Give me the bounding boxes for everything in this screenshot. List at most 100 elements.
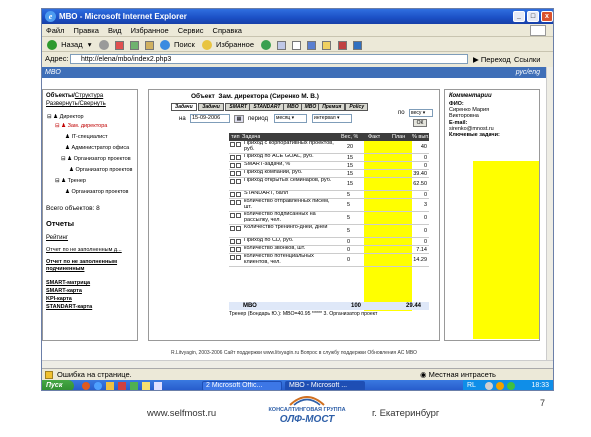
edit-icon[interactable] xyxy=(230,179,235,185)
not-filled-link[interactable]: Отчет по не заполненным д... xyxy=(46,247,122,253)
favorites-star-icon[interactable] xyxy=(201,40,212,51)
menu-view[interactable]: Вид xyxy=(108,26,122,35)
refresh-icon[interactable] xyxy=(129,40,139,50)
edit-icon[interactable] xyxy=(230,171,235,177)
not-filled-subordinates-link-2[interactable]: подчиненным xyxy=(46,266,84,272)
row-type-icons[interactable] xyxy=(230,179,242,191)
edit-icon[interactable] xyxy=(230,213,235,219)
table-row[interactable]: количество потенциальных клиентов, чел. 0… xyxy=(229,254,429,267)
table-row[interactable]: Приход открытых семинаров, руб. 15 62.50 xyxy=(229,178,429,191)
menu-file[interactable]: Файл xyxy=(46,26,64,35)
vertical-scrollbar[interactable] xyxy=(546,67,553,360)
app4-quicklaunch-icon[interactable] xyxy=(154,382,162,390)
tools-icon[interactable] xyxy=(352,40,362,50)
row-type-icons[interactable] xyxy=(230,163,242,170)
messenger-icon[interactable] xyxy=(337,40,347,50)
row-type-icons[interactable] xyxy=(230,213,242,225)
table-row[interactable]: количество звонков, шт. 0 7.14 xyxy=(229,246,429,254)
row-type-icons[interactable] xyxy=(230,171,242,178)
ie-quicklaunch-icon[interactable] xyxy=(94,382,102,390)
period-select[interactable]: месяц ▾ xyxy=(274,114,307,123)
app2-quicklaunch-icon[interactable] xyxy=(130,382,138,390)
standart-card-link[interactable]: STANDART-карта xyxy=(46,304,92,310)
search-icon[interactable] xyxy=(159,40,170,51)
favorites-button[interactable]: Избранное xyxy=(216,40,254,49)
ok-button[interactable]: ОК xyxy=(413,119,427,127)
structure-link[interactable]: Структура xyxy=(75,93,103,99)
minimize-button[interactable]: _ xyxy=(513,11,525,22)
interval-select[interactable]: интервал ▾ xyxy=(312,114,352,123)
history-icon[interactable] xyxy=(261,40,272,51)
links-button[interactable]: Ссылки xyxy=(514,53,540,67)
tab-6[interactable]: Премия xyxy=(318,103,346,111)
view-icon[interactable] xyxy=(236,200,241,206)
edit-icon[interactable] xyxy=(230,142,235,148)
tree-node-deputy[interactable]: ⊟ ♟ Зам. директора xyxy=(55,123,107,129)
view-icon[interactable] xyxy=(236,155,241,161)
go-button[interactable]: ▶ Переход xyxy=(473,53,511,67)
maximize-button[interactable]: □ xyxy=(527,11,539,22)
warning-icon[interactable] xyxy=(45,371,53,379)
table-row[interactable]: Приход по CD, руб. 0 0 xyxy=(229,238,429,246)
edit-icon[interactable] xyxy=(230,255,235,261)
app-quicklaunch-icon[interactable] xyxy=(118,382,126,390)
menu-edit[interactable]: Правка xyxy=(74,26,99,35)
edit-icon[interactable] xyxy=(307,40,317,50)
search-button[interactable]: Поиск xyxy=(174,40,195,49)
view-icon[interactable] xyxy=(236,163,241,169)
horizontal-scrollbar[interactable] xyxy=(42,360,553,368)
tree-node-it[interactable]: ♟ IT-специалист xyxy=(65,134,108,140)
menu-tools[interactable]: Сервис xyxy=(178,26,204,35)
edit-icon[interactable] xyxy=(230,247,235,253)
tab-1[interactable]: Задачи xyxy=(198,103,224,111)
tab-3[interactable]: STANDART xyxy=(249,103,285,111)
tree-node-organizer-1[interactable]: ⊟ ♟ Организатор проектов xyxy=(61,156,131,162)
view-icon[interactable] xyxy=(236,247,241,253)
row-type-icons[interactable] xyxy=(230,200,242,212)
folder-icon[interactable] xyxy=(322,40,332,50)
tree-node-trainer[interactable]: ⊟ ♟ Тренер xyxy=(55,178,86,184)
table-row[interactable]: STANDART, балл 5 0 xyxy=(229,191,429,199)
table-row[interactable]: количество подписанных на рассылку, чел.… xyxy=(229,212,429,225)
language-indicator[interactable]: RL xyxy=(467,382,476,389)
table-row[interactable]: Приход по ACE GOAL, руб. 15 0 xyxy=(229,154,429,162)
view-icon[interactable] xyxy=(236,179,241,185)
tray-icon-1[interactable] xyxy=(485,382,493,390)
tab-0[interactable]: Задачи xyxy=(171,103,197,111)
edit-icon[interactable] xyxy=(230,239,235,245)
table-row[interactable]: SMART-задачи, % 15 0 xyxy=(229,162,429,170)
tree-node-organizer-3[interactable]: ♟ Организатор проектов xyxy=(65,189,128,195)
tab-7[interactable]: Policy xyxy=(345,103,369,111)
kpi-card-link[interactable]: KPI-карта xyxy=(46,296,72,302)
back-arrow-icon[interactable] xyxy=(47,40,57,51)
tray-icon-2[interactable] xyxy=(496,382,504,390)
expand-link[interactable]: Свернуть xyxy=(79,101,105,107)
back-button[interactable]: Назад xyxy=(61,40,83,49)
row-type-icons[interactable] xyxy=(230,226,242,238)
menu-favorites[interactable]: Избранное xyxy=(131,26,169,35)
tree-node-organizer-2[interactable]: ♟ Организатор проектов xyxy=(69,167,132,173)
row-type-icons[interactable] xyxy=(230,255,242,267)
view-icon[interactable] xyxy=(236,226,241,232)
language-switch[interactable]: рус/eng xyxy=(516,67,540,78)
view-icon[interactable] xyxy=(236,213,241,219)
home-icon[interactable] xyxy=(144,40,154,50)
table-row[interactable]: Приход компании, руб. 15 39.40 xyxy=(229,170,429,178)
smart-card-link[interactable]: SMART-карта xyxy=(46,288,82,294)
forward-arrow-icon[interactable] xyxy=(98,40,109,51)
collapse-link[interactable]: Развернуть xyxy=(46,101,78,107)
sort-select[interactable]: весу ▾ xyxy=(409,109,433,117)
menu-help[interactable]: Справка xyxy=(213,26,242,35)
row-type-icons[interactable] xyxy=(230,142,242,154)
taskbar-office-button[interactable]: 2 Microsoft Offic... xyxy=(202,381,282,390)
table-row[interactable]: Количество тренинго-дней, дней 5 0 xyxy=(229,225,429,238)
edit-icon[interactable] xyxy=(230,192,235,198)
address-input[interactable]: http://elena/mbo/index2.php3 xyxy=(70,54,468,64)
edit-icon[interactable] xyxy=(230,226,235,232)
tab-2[interactable]: SMART xyxy=(225,103,252,111)
mail-icon[interactable] xyxy=(277,40,287,50)
date-input[interactable]: 15-09-2006 xyxy=(190,114,230,123)
folder-quicklaunch-icon[interactable] xyxy=(106,382,114,390)
taskbar-mbo-button[interactable]: МВО - Microsoft ... xyxy=(285,381,365,390)
rating-link[interactable]: Рейтинг xyxy=(46,235,68,241)
